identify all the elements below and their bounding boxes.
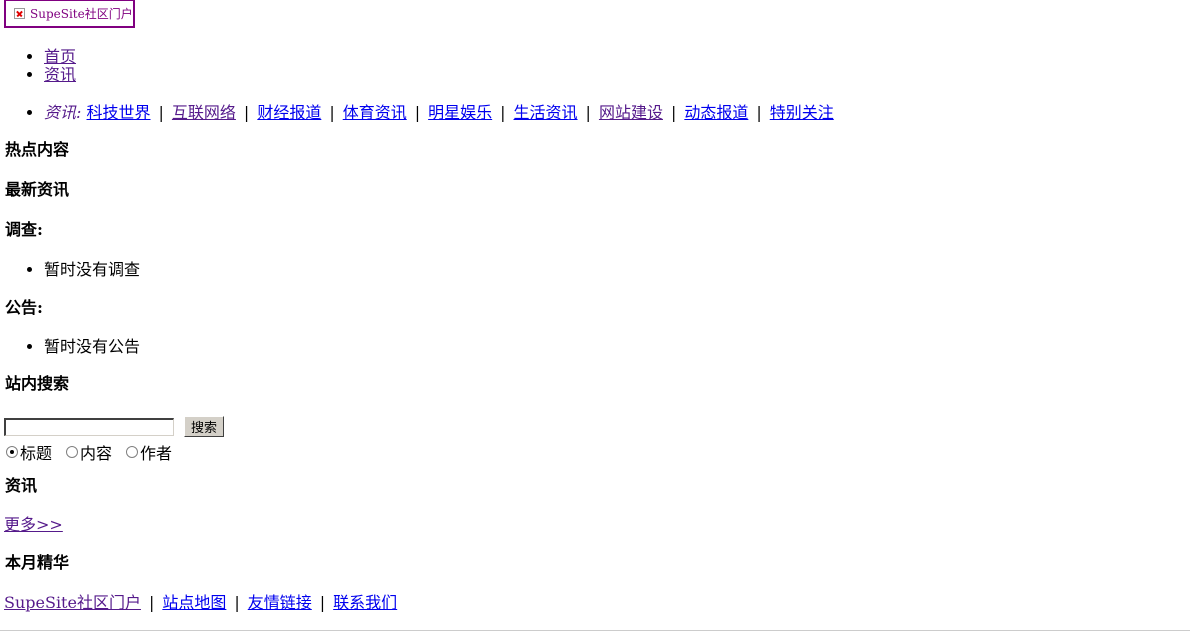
separator: |	[500, 103, 506, 122]
monthly-highlights-heading: 本月精华	[5, 553, 70, 572]
search-input[interactable]	[4, 417, 174, 436]
footer-links: SupeSite社区门户 | 站点地图 | 友情链接 | 联系我们	[4, 593, 397, 613]
separator: |	[414, 103, 421, 122]
channel-sub-nav-row: 资讯: 科技世界 | 互联网络 | 财经报道 | 体育资讯 | 明星娱乐 | 生活资讯 | 网站建设 | 动…	[44, 103, 834, 123]
sub-nav-link-finance[interactable]: 财经报道	[257, 103, 321, 122]
radio-title[interactable]	[6, 446, 18, 458]
sub-nav-link-life[interactable]: 生活资讯	[514, 103, 578, 122]
notice-list: 暂时没有公告	[0, 337, 140, 357]
radio-content[interactable]	[66, 446, 79, 458]
page: SupeSite社区门户 首页 资讯 资讯: 科技世界 | 互联网络 | 财经报道 | 体育…	[0, 0, 1190, 632]
bottom-divider	[0, 630, 1190, 631]
footer-link-friends[interactable]: 友情链接	[248, 593, 312, 612]
separator: |	[148, 593, 155, 612]
sub-nav-link-internet[interactable]: 互联网络	[172, 103, 236, 122]
main-menu-link-news[interactable]: 资讯	[44, 65, 76, 84]
footer-link-sitemap[interactable]: 站点地图	[162, 593, 226, 612]
separator: |	[319, 593, 326, 612]
footer-link-contact[interactable]: 联系我们	[333, 593, 397, 612]
sub-nav-link-tech[interactable]: 科技世界	[87, 103, 151, 122]
separator: |	[243, 103, 250, 122]
notice-empty-text: 暂时没有公告	[44, 337, 140, 357]
main-menu-item-home: 首页	[44, 48, 76, 66]
poll-heading: 调查:	[5, 220, 43, 239]
site-logo[interactable]: SupeSite社区门户	[4, 0, 135, 28]
notice-heading: 公告:	[5, 298, 43, 317]
separator: |	[234, 593, 240, 612]
logo-alt-text: SupeSite社区门户	[30, 7, 133, 21]
radio-content-label: 内容	[80, 444, 113, 463]
latest-news-heading: 最新资讯	[5, 180, 70, 199]
channel-sub-nav: 资讯: 科技世界 | 互联网络 | 财经报道 | 体育资讯 | 明星娱乐 | 生活资讯 | 网站建设 | 动…	[0, 103, 834, 123]
separator: |	[756, 103, 762, 122]
broken-image-icon	[14, 8, 25, 19]
hot-content-heading: 热点内容	[5, 140, 70, 159]
site-search-heading: 站内搜索	[5, 374, 70, 393]
current-channel-label: 资讯:	[44, 103, 82, 122]
sub-nav-link-dynamics[interactable]: 动态报道	[684, 103, 748, 122]
poll-empty-text: 暂时没有调查	[44, 260, 140, 280]
separator: |	[585, 103, 591, 122]
sub-nav-link-entertainment[interactable]: 明星娱乐	[428, 103, 492, 122]
poll-list: 暂时没有调查	[0, 260, 140, 280]
news-heading: 资讯	[5, 476, 38, 495]
footer-link-home[interactable]: SupeSite社区门户	[4, 593, 141, 612]
separator: |	[329, 103, 335, 122]
separator: |	[158, 103, 164, 122]
search-type-options: 标题 内容 作者	[6, 440, 186, 464]
radio-author-label: 作者	[140, 444, 173, 463]
main-menu-item-news: 资讯	[44, 66, 76, 84]
sub-nav-link-sports[interactable]: 体育资讯	[343, 103, 407, 122]
main-menu-link-home[interactable]: 首页	[44, 47, 76, 66]
radio-author[interactable]	[126, 446, 139, 458]
main-menu: 首页 资讯	[0, 48, 76, 84]
sub-nav-link-special[interactable]: 特别关注	[770, 103, 834, 122]
search-form: 搜索	[4, 416, 224, 437]
sub-nav-link-webdev[interactable]: 网站建设	[599, 103, 663, 122]
search-button[interactable]: 搜索	[184, 416, 224, 437]
more-news-link[interactable]: 更多>>	[4, 515, 63, 535]
radio-title-label: 标题	[20, 444, 53, 463]
separator: |	[670, 103, 677, 122]
